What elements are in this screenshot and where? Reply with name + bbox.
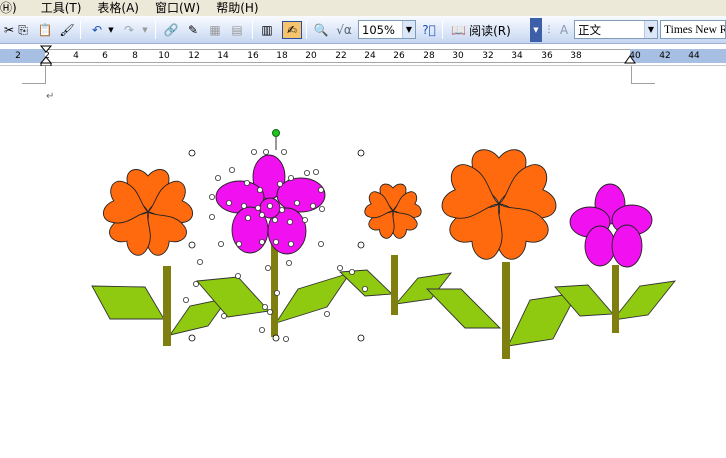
- orange-flower-2[interactable]: [362, 183, 424, 241]
- orange-flower-3[interactable]: [438, 149, 560, 265]
- orange-flower-1[interactable]: [100, 169, 196, 260]
- magenta-flower-2[interactable]: [569, 183, 653, 268]
- rotation-handle[interactable]: [272, 129, 280, 137]
- flower-drawing[interactable]: [0, 0, 726, 458]
- leaves[interactable]: [91, 269, 677, 347]
